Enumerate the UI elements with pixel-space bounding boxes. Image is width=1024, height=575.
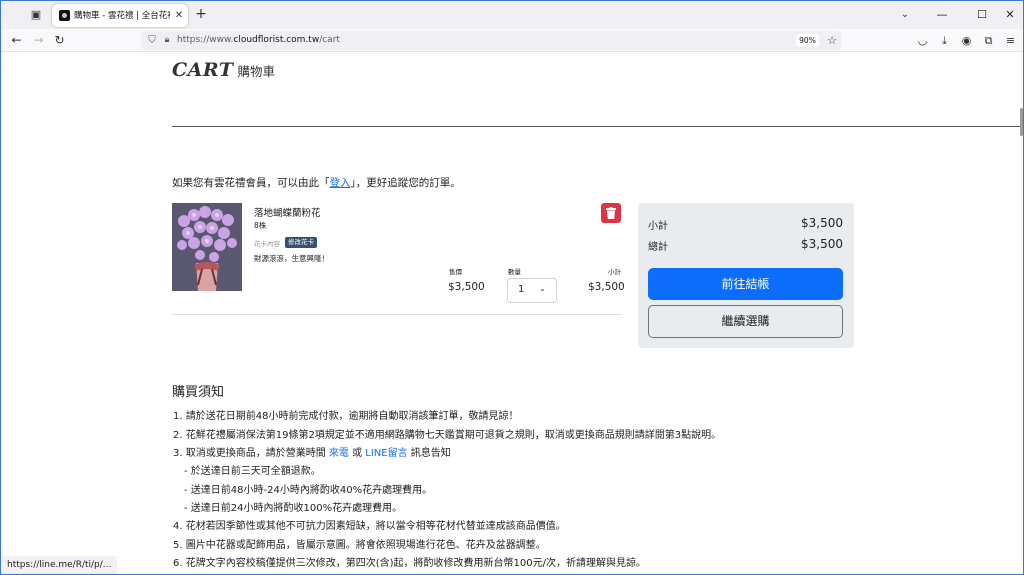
price-label: 售價 [449, 268, 462, 276]
product-variant: 8株 [254, 221, 267, 230]
tab-cart[interactable]: 購物車 - 雲花禮 | 全台花禮配送 ✕ [52, 4, 188, 27]
note-item-3a: - 於送達日前三天可全額退款。 [184, 466, 321, 477]
page-scrollbar[interactable] [1019, 53, 1023, 574]
card-content-label: 花卡內容 [254, 240, 280, 248]
address-bar[interactable]: ⛉ 🔒︎ https://www.cloudflorist.com.tw/car… [141, 31, 841, 50]
forward-icon[interactable]: → [31, 33, 46, 48]
header-divider [172, 126, 1023, 127]
browser-window: ▣ 購物車 - 雲花禮 | 全台花禮配送 ✕ + ⌄ — ☐ ✕ ← → ↻ ⛉… [0, 0, 1024, 575]
scrollbar-thumb[interactable] [1020, 108, 1023, 136]
reload-icon[interactable]: ↻ [52, 33, 67, 48]
delete-item-button[interactable] [601, 203, 621, 223]
purchase-notes-title: 購買須知 [172, 385, 225, 400]
lock-icon[interactable]: 🔒︎ [162, 34, 172, 47]
back-icon[interactable]: ← [9, 33, 24, 48]
product-name[interactable]: 落地蝴蝶蘭粉花 [254, 205, 321, 219]
navigation-toolbar: ← → ↻ ⛉ 🔒︎ https://www.cloudflorist.com.… [1, 29, 1023, 52]
quantity-label: 數量 [508, 268, 521, 276]
continue-shopping-button[interactable]: 繼續選購 [648, 305, 843, 338]
link-status-url: https://line.me/R/ti/p/... [1, 556, 118, 574]
new-tab-icon[interactable]: + [194, 7, 208, 22]
tab-strip: ▣ 購物車 - 雲花禮 | 全台花禮配送 ✕ + ⌄ — ☐ ✕ [1, 1, 1023, 29]
bookmark-star-icon[interactable]: ☆ [825, 33, 839, 48]
chevron-down-icon: ⌄ [539, 284, 546, 293]
price-value: $3,500 [448, 281, 485, 293]
chevron-down-icon[interactable]: ⌄ [898, 8, 912, 22]
summary-subtotal-value: $3,500 [801, 216, 843, 230]
quantity-value: 1 [518, 284, 525, 295]
menu-icon[interactable]: ≡ [1003, 33, 1018, 48]
note-item-2: 2. 花鮮花禮屬消保法第19條第2項規定並不適用網路購物七天鑑賞期可退貨之規則，… [173, 430, 722, 441]
login-link[interactable]: 登入 [330, 177, 351, 189]
extensions-icon[interactable]: ⧉ [981, 33, 996, 48]
line-message-link[interactable]: LINE留言 [365, 448, 407, 459]
tab-title: 購物車 - 雲花禮 | 全台花禮配送 [74, 11, 170, 21]
note-item-1: 1. 請於送花日期前48小時前完成付款，逾期將自動取消該筆訂單，敬請見諒！ [173, 411, 519, 422]
page-title-en: CART [172, 59, 234, 81]
item-subtotal-value: $3,500 [588, 281, 625, 293]
close-tab-icon[interactable]: ✕ [173, 9, 185, 22]
note-item-4: 4. 花材若因季節性或其他不可抗力因素短缺，將以當令相等花材代替並達成該商品價值… [173, 521, 566, 532]
note-item-3b: - 送達日前48小時-24小時內將酌收40%花卉處理費用。 [184, 485, 433, 496]
tab-list-icon[interactable]: ▣ [28, 7, 44, 23]
member-login-note: 如果您有雲花禮會員，可以由此「登入」，更好追蹤您的訂單。 [172, 177, 461, 189]
phone-link[interactable]: 來電 [329, 448, 349, 459]
url-text[interactable]: https://www.cloudflorist.com.tw/cart [177, 33, 340, 48]
page-title-zh: 購物車 [237, 64, 275, 79]
card-message: 財源滾滾，生意興隆！ [254, 254, 329, 263]
summary-subtotal-label: 小計 [648, 221, 668, 232]
account-icon[interactable]: ◉ [959, 33, 974, 48]
page-content: CART 購物車 如果您有雲花禮會員，可以由此「登入」，更好追蹤您的訂單。 落地… [1, 53, 1023, 574]
edit-card-button[interactable]: 修改花卡 [285, 237, 317, 248]
note-item-6: 6. 花牌文字內容校稿僅提供三次修改，第四次(含)起，將酌收修改費用新台幣100… [173, 558, 646, 569]
site-favicon-icon [59, 10, 70, 21]
page-title: CART 購物車 [172, 59, 275, 83]
note-item-3c: - 送達日前24小時內將酌收100%花卉處理費用。 [184, 503, 403, 514]
summary-total-value: $3,500 [801, 237, 843, 251]
quantity-select[interactable]: 1 ⌄ [507, 278, 557, 303]
orchid-photo [172, 203, 242, 291]
order-summary: 小計 $3,500 總計 $3,500 前往結帳 繼續選購 [638, 203, 854, 348]
zoom-level-badge[interactable]: 90% [796, 34, 819, 47]
item-divider [172, 314, 622, 315]
shield-icon[interactable]: ⛉ [146, 34, 158, 47]
note-item-5: 5. 圖片中花器或配飾用品，皆屬示意圖。將會依照現場進行花色、花卉及盆器調整。 [173, 540, 546, 551]
note-item-3: 3. 取消或更換商品，請於營業時間 來電 或 LINE留言 訊息告知 [173, 448, 451, 459]
summary-total-label: 總計 [648, 242, 668, 253]
close-window-icon[interactable]: ✕ [1001, 6, 1019, 24]
checkout-button[interactable]: 前往結帳 [648, 268, 843, 300]
product-image[interactable] [172, 203, 242, 291]
minimize-icon[interactable]: — [933, 6, 951, 24]
trash-icon [606, 207, 616, 219]
pocket-icon[interactable]: ◡ [915, 33, 930, 48]
downloads-icon[interactable]: ⤓ [937, 33, 952, 48]
maximize-icon[interactable]: ☐ [973, 6, 991, 24]
item-subtotal-label: 小計 [608, 268, 621, 276]
